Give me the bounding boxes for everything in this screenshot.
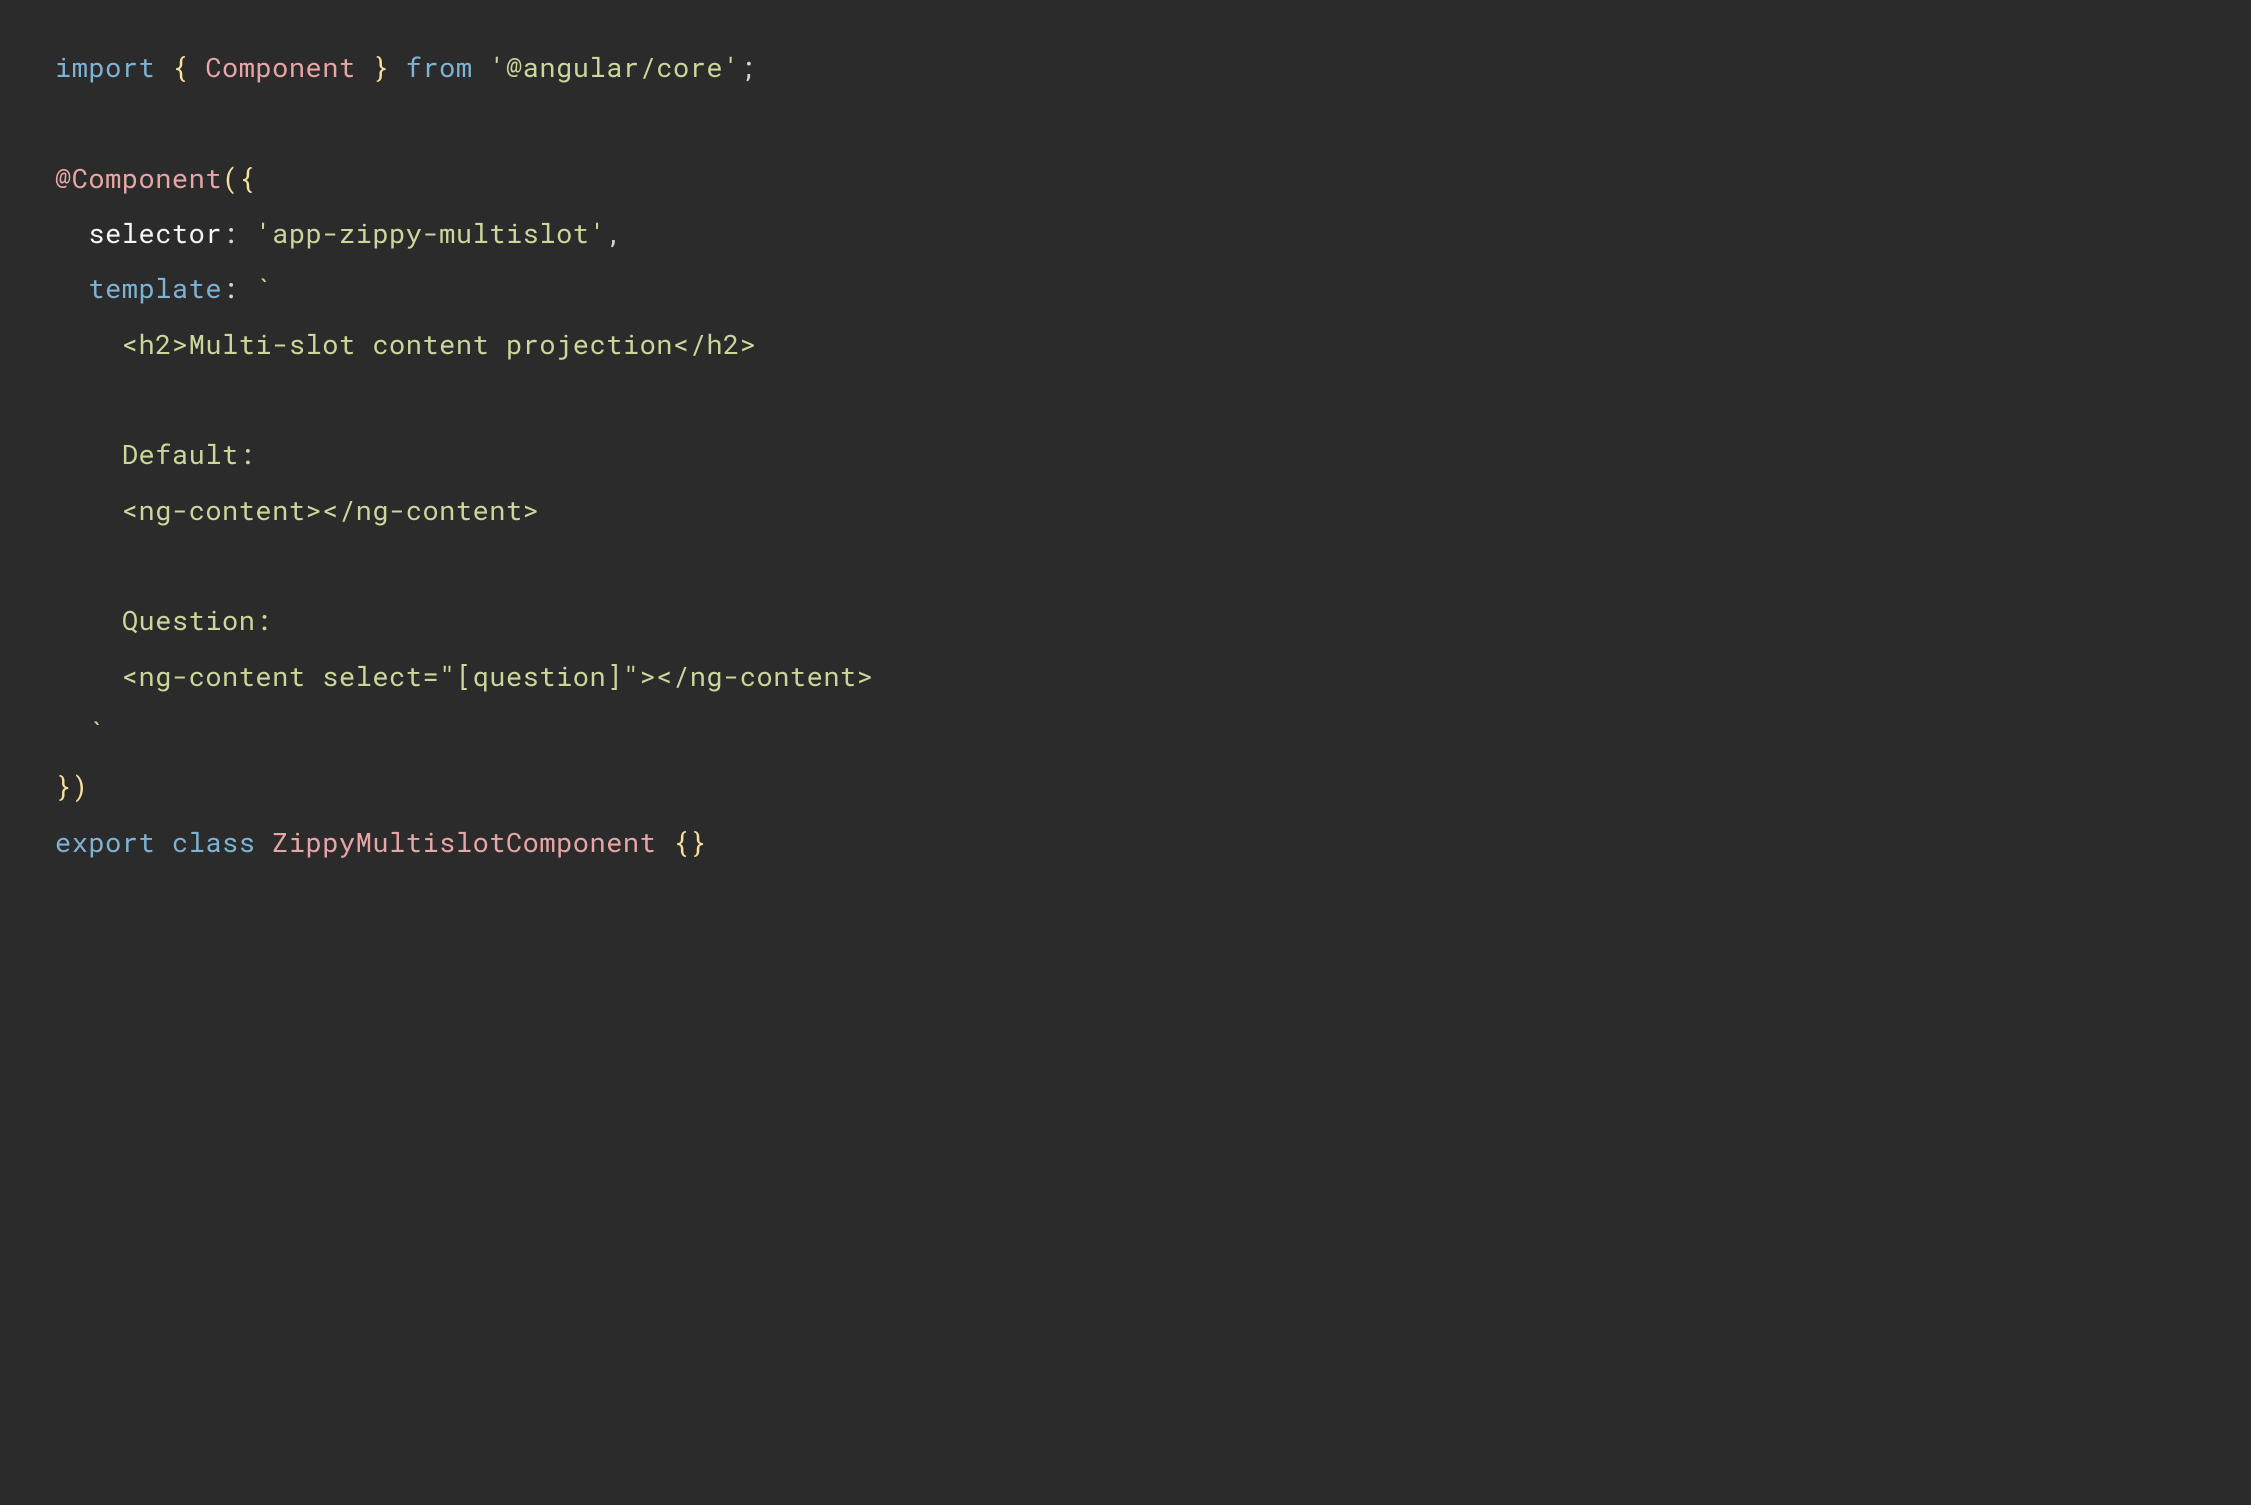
code-line-15: export class ZippyMultislotComponent {} [55,825,706,860]
template-indent [55,714,88,749]
code-line-14: }) [55,769,88,804]
template-ng-content-default: <ng-content></ng-content> [122,493,540,528]
template-indent [55,327,122,362]
template-indent [55,437,122,472]
template-default-label: Default: [122,437,256,472]
template-ng-content-question: <ng-content select="[question]"></ng-con… [122,659,874,694]
brace-open: { [155,50,205,85]
keyword-export: export [55,825,155,860]
code-line-4: selector: 'app-zippy-multislot', [55,216,623,251]
semicolon: ; [740,50,757,85]
template-question-label: Question: [122,603,272,638]
identifier-component: Component [205,50,355,85]
template-indent [55,659,122,694]
template-h2: <h2>Multi-slot content projection</h2> [122,327,757,362]
code-line-8: Default: [55,437,255,472]
empty-braces: {} [673,825,706,860]
keyword-class: class [172,825,256,860]
code-line-5: template: ` [55,271,272,306]
code-line-11: Question: [55,603,272,638]
code-line-6: <h2>Multi-slot content projection</h2> [55,327,757,362]
backtick-open: ` [255,271,272,306]
string-module: '@angular/core' [489,50,740,85]
code-line-1: import { Component } from '@angular/core… [55,50,757,85]
space [473,50,490,85]
property-selector: selector [88,216,222,251]
paren-brace-open: ({ [222,161,255,196]
space [656,825,673,860]
decorator: @Component [55,161,222,196]
space [155,825,172,860]
comma: , [606,216,623,251]
paren-brace-close: }) [55,769,88,804]
indent [55,271,88,306]
template-indent [55,493,122,528]
keyword-import: import [55,50,155,85]
code-block: import { Component } from '@angular/core… [55,40,2196,870]
property-template: template [88,271,222,306]
code-line-3: @Component({ [55,161,255,196]
brace-close: } [356,50,406,85]
colon: : [222,216,255,251]
backtick-close: ` [88,714,105,749]
space [255,825,272,860]
code-line-9: <ng-content></ng-content> [55,493,539,528]
code-line-12: <ng-content select="[question]"></ng-con… [55,659,873,694]
code-line-13: ` [55,714,105,749]
keyword-from: from [406,50,473,85]
string-selector-value: 'app-zippy-multislot' [255,216,606,251]
indent [55,216,88,251]
class-name: ZippyMultislotComponent [272,825,656,860]
template-indent [55,603,122,638]
colon: : [222,271,255,306]
